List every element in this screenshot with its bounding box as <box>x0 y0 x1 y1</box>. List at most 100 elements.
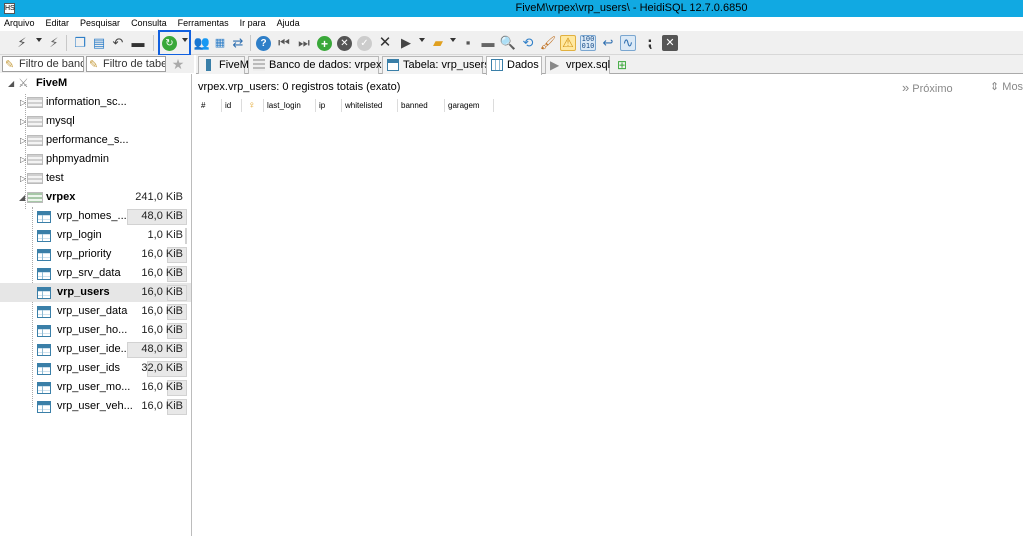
tree-table-item[interactable]: vrp_user_data 16,0 KiB <box>0 302 191 321</box>
user-manager-icon[interactable]: 👥 <box>194 35 210 51</box>
tab-fivem[interactable]: FiveM <box>198 56 249 74</box>
column-header-whitelisted[interactable]: whitelisted <box>342 99 398 112</box>
tab-database[interactable]: Banco de dados: vrpex <box>248 56 382 74</box>
replace-icon[interactable]: ⟲ <box>520 35 536 51</box>
tab-bar: FiveM Banco de dados: vrpex Tabela: vrp_… <box>196 55 1023 75</box>
tree-db-performance-schema[interactable]: ▷ performance_s... <box>0 131 191 150</box>
menu-ajuda[interactable]: Ajuda <box>271 17 305 28</box>
tab-query[interactable]: ▶ vrpex.sql <box>545 56 610 74</box>
table-name: vrp_user_veh... <box>57 400 133 412</box>
execute-icon[interactable]: ▶ <box>398 35 414 51</box>
table-name: vrp_user_mo... <box>57 381 131 393</box>
title-bar: HS FiveM\vrpex\vrp_users\ - HeidiSQL 12.… <box>0 0 1023 17</box>
database-filter-input[interactable]: ✎ Filtro de banco <box>2 56 84 72</box>
help-icon[interactable]: ? <box>256 36 271 51</box>
open-folder-icon[interactable]: ▰ <box>430 35 446 51</box>
cancel-icon[interactable]: ✕ <box>377 35 393 51</box>
more-options-icon[interactable]: ⁏ <box>642 35 658 51</box>
tree-db-phpmyadmin[interactable]: ▷ phpmyadmin <box>0 150 191 169</box>
tree-root[interactable]: ◢ ⚔ FiveM <box>0 74 191 93</box>
table-size: 32,0 KiB <box>141 362 183 374</box>
tree-db-information-schema[interactable]: ▷ information_sc... <box>0 93 191 112</box>
table-icon <box>387 59 399 71</box>
delete-record-icon[interactable]: ✕ <box>337 36 352 51</box>
tree-table-item[interactable]: vrp_user_mo... 16,0 KiB <box>0 378 191 397</box>
column-header-id[interactable]: id <box>222 99 242 112</box>
close-tab-icon[interactable]: ✕ <box>662 35 678 51</box>
column-header-key[interactable]: ♀ <box>242 99 264 112</box>
disconnect-icon[interactable]: ⚡ <box>46 35 62 51</box>
menu-ir-para[interactable]: Ir para <box>234 17 271 28</box>
sync-icon[interactable]: ⇄ <box>230 35 246 51</box>
save-icon[interactable]: ▪ <box>460 35 476 51</box>
tab-label: Banco de dados: vrpex <box>269 59 382 71</box>
tab-label: FiveM <box>219 59 249 71</box>
menu-consulta[interactable]: Consulta <box>125 17 172 28</box>
tree-table-item[interactable]: vrp_user_veh... 16,0 KiB <box>0 397 191 416</box>
filter-bar: ✎ Filtro de banco ✎ Filtro de tabela ★ <box>0 55 194 73</box>
post-record-icon[interactable]: ✓ <box>357 36 372 51</box>
open-dropdown-icon[interactable] <box>450 38 456 42</box>
tab-dados[interactable]: Dados <box>486 56 542 75</box>
table-icon <box>37 363 51 375</box>
column-header-banned[interactable]: banned <box>398 99 445 112</box>
save-as-icon[interactable]: ▬ <box>480 35 496 51</box>
menu-pesquisar[interactable]: Pesquisar <box>74 17 125 28</box>
wrap-icon[interactable]: ↩ <box>600 35 616 51</box>
table-icon <box>37 268 51 280</box>
table-icon <box>37 382 51 394</box>
tree-table-item[interactable]: vrp_priority 16,0 KiB <box>0 245 191 264</box>
connect-icon[interactable]: ⚡ <box>14 35 30 51</box>
import-csv-icon[interactable]: ▦ <box>212 35 228 51</box>
primary-key-icon: ♀ <box>248 100 256 111</box>
database-icon <box>27 97 43 108</box>
tree-table-item[interactable]: vrp_login 1,0 KiB <box>0 226 191 245</box>
record-count-info: vrpex.vrp_users: 0 registros totais (exa… <box>198 81 401 93</box>
tree-table-item[interactable]: vrp_users 16,0 KiB <box>0 283 191 302</box>
last-record-icon[interactable]: ⏭ <box>296 35 312 51</box>
database-icon <box>27 116 43 127</box>
execute-dropdown-icon[interactable] <box>419 38 425 42</box>
column-header-rownum[interactable]: # <box>198 99 222 112</box>
paste-icon[interactable]: ▤ <box>91 35 107 51</box>
tab-label: Dados <box>507 59 539 71</box>
tree-table-item[interactable]: vrp_user_ho... 16,0 KiB <box>0 321 191 340</box>
table-filter-input[interactable]: ✎ Filtro de tabela <box>86 56 166 72</box>
tab-table[interactable]: Tabela: vrp_users <box>382 56 490 74</box>
table-name: vrp_user_ids <box>57 362 120 374</box>
warning-icon[interactable]: ⚠ <box>560 35 576 51</box>
column-header-ip[interactable]: ip <box>316 99 342 112</box>
undo-icon[interactable]: ↶ <box>110 35 126 51</box>
tree-db-vrpex[interactable]: ◢ vrpex 241,0 KiB <box>0 188 191 207</box>
menu-ferramentas[interactable]: Ferramentas <box>172 17 234 28</box>
tree-table-item[interactable]: vrp_srv_data 16,0 KiB <box>0 264 191 283</box>
column-header-garagem[interactable]: garagem <box>445 99 494 112</box>
connect-dropdown-icon[interactable] <box>36 38 42 42</box>
table-icon <box>37 287 51 299</box>
tree-db-test[interactable]: ▷ test <box>0 169 191 188</box>
first-record-icon[interactable]: ⏮ <box>276 35 292 51</box>
table-icon <box>37 401 51 413</box>
favorite-star-icon[interactable]: ★ <box>170 56 186 72</box>
chevron-right-icon: » <box>902 80 910 95</box>
show-more-button[interactable]: ⇕ Mos <box>990 80 1023 93</box>
table-size: 16,0 KiB <box>141 286 183 298</box>
tree-db-mysql[interactable]: ▷ mysql <box>0 112 191 131</box>
clear-icon[interactable]: 🖌 <box>540 35 557 51</box>
tree-table-item[interactable]: vrp_user_ide... 48,0 KiB <box>0 340 191 359</box>
binary-mode-icon[interactable]: 100 010 <box>580 35 596 51</box>
new-query-tab-icon[interactable]: ⊞ <box>614 57 630 73</box>
next-button[interactable]: » Próximo <box>902 80 953 95</box>
auto-refresh-icon[interactable]: ∿ <box>620 35 636 51</box>
grid-icon <box>491 59 503 71</box>
tree-table-item[interactable]: vrp_homes_... 48,0 KiB <box>0 207 191 226</box>
column-header-last-login[interactable]: last_login <box>264 99 316 112</box>
insert-record-icon[interactable]: + <box>317 36 332 51</box>
table-name: vrp_user_data <box>57 305 128 317</box>
print-icon[interactable]: ▬ <box>130 35 146 51</box>
tree-table-item[interactable]: vrp_user_ids 32,0 KiB <box>0 359 191 378</box>
find-icon[interactable]: 🔍 <box>500 35 516 51</box>
menu-editar[interactable]: Editar <box>40 17 75 28</box>
menu-arquivo[interactable]: Arquivo <box>0 17 40 28</box>
copy-icon[interactable]: ❐ <box>72 35 88 51</box>
